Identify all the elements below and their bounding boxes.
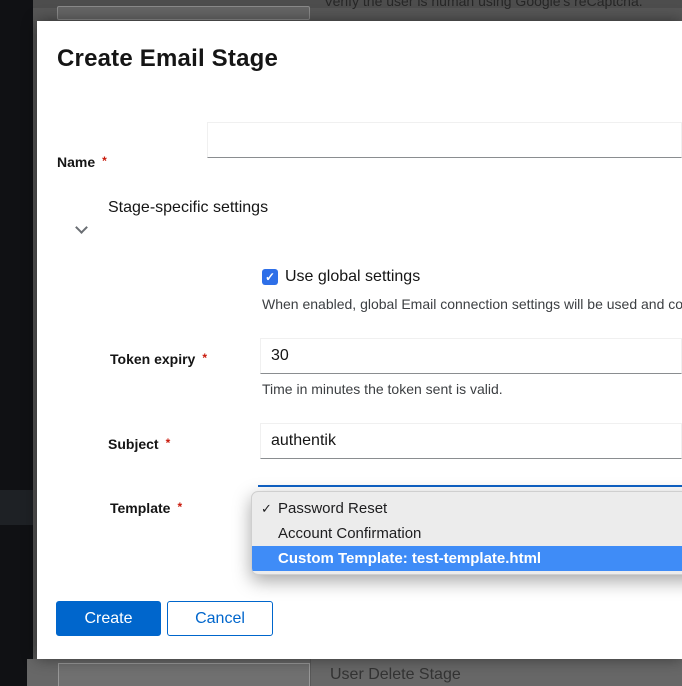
template-dropdown: ✓ Password Reset Account Confirmation Cu… [251,491,682,575]
use-global-settings-label[interactable]: Use global settings [285,268,420,286]
required-asterisk: * [177,500,182,514]
subject-input[interactable] [260,423,682,459]
dimmed-background-top: Verify the user is human using Google's … [33,0,682,21]
sidebar-active-item [0,490,33,525]
table-column-divider [310,659,311,686]
template-select-focus-border [258,485,682,487]
create-button[interactable]: Create [56,601,161,636]
cancel-button[interactable]: Cancel [167,601,273,636]
token-expiry-label: Token expiry* [110,351,207,367]
name-input[interactable] [207,122,682,158]
app-sidebar [0,0,33,686]
name-field-label: Name* [57,154,107,170]
selected-check-icon: ✓ [261,496,272,521]
token-expiry-input[interactable] [260,338,682,374]
dimmed-background-bottom: User Delete Stage [27,659,682,686]
required-asterisk: * [166,436,171,450]
create-email-stage-modal: Create Email Stage Name* Stage-specific … [37,21,682,659]
dropdown-option-password-reset[interactable]: ✓ Password Reset [252,496,682,521]
dimmed-table-cell [57,6,310,20]
stage-settings-label: Stage-specific settings [108,199,268,217]
chevron-down-icon [76,223,85,232]
screen: Verify the user is human using Google's … [0,0,682,686]
dimmed-row-text-top: Verify the user is human using Google's … [324,0,643,9]
subject-label: Subject* [108,436,170,452]
stage-settings-expander[interactable] [71,217,371,243]
dimmed-row-text-bottom: User Delete Stage [330,666,461,684]
dropdown-option-account-confirmation[interactable]: Account Confirmation [252,521,682,546]
use-global-settings-helper: When enabled, global Email connection se… [262,296,682,312]
check-icon: ✓ [265,270,275,284]
dimmed-table-cell [58,663,310,686]
required-asterisk: * [202,351,207,365]
token-expiry-helper: Time in minutes the token sent is valid. [262,381,682,397]
dropdown-option-custom-template[interactable]: Custom Template: test-template.html [252,546,682,571]
template-label: Template* [110,500,182,516]
use-global-settings-checkbox[interactable]: ✓ [262,269,278,285]
modal-title: Create Email Stage [57,45,278,73]
required-asterisk: * [102,154,107,168]
